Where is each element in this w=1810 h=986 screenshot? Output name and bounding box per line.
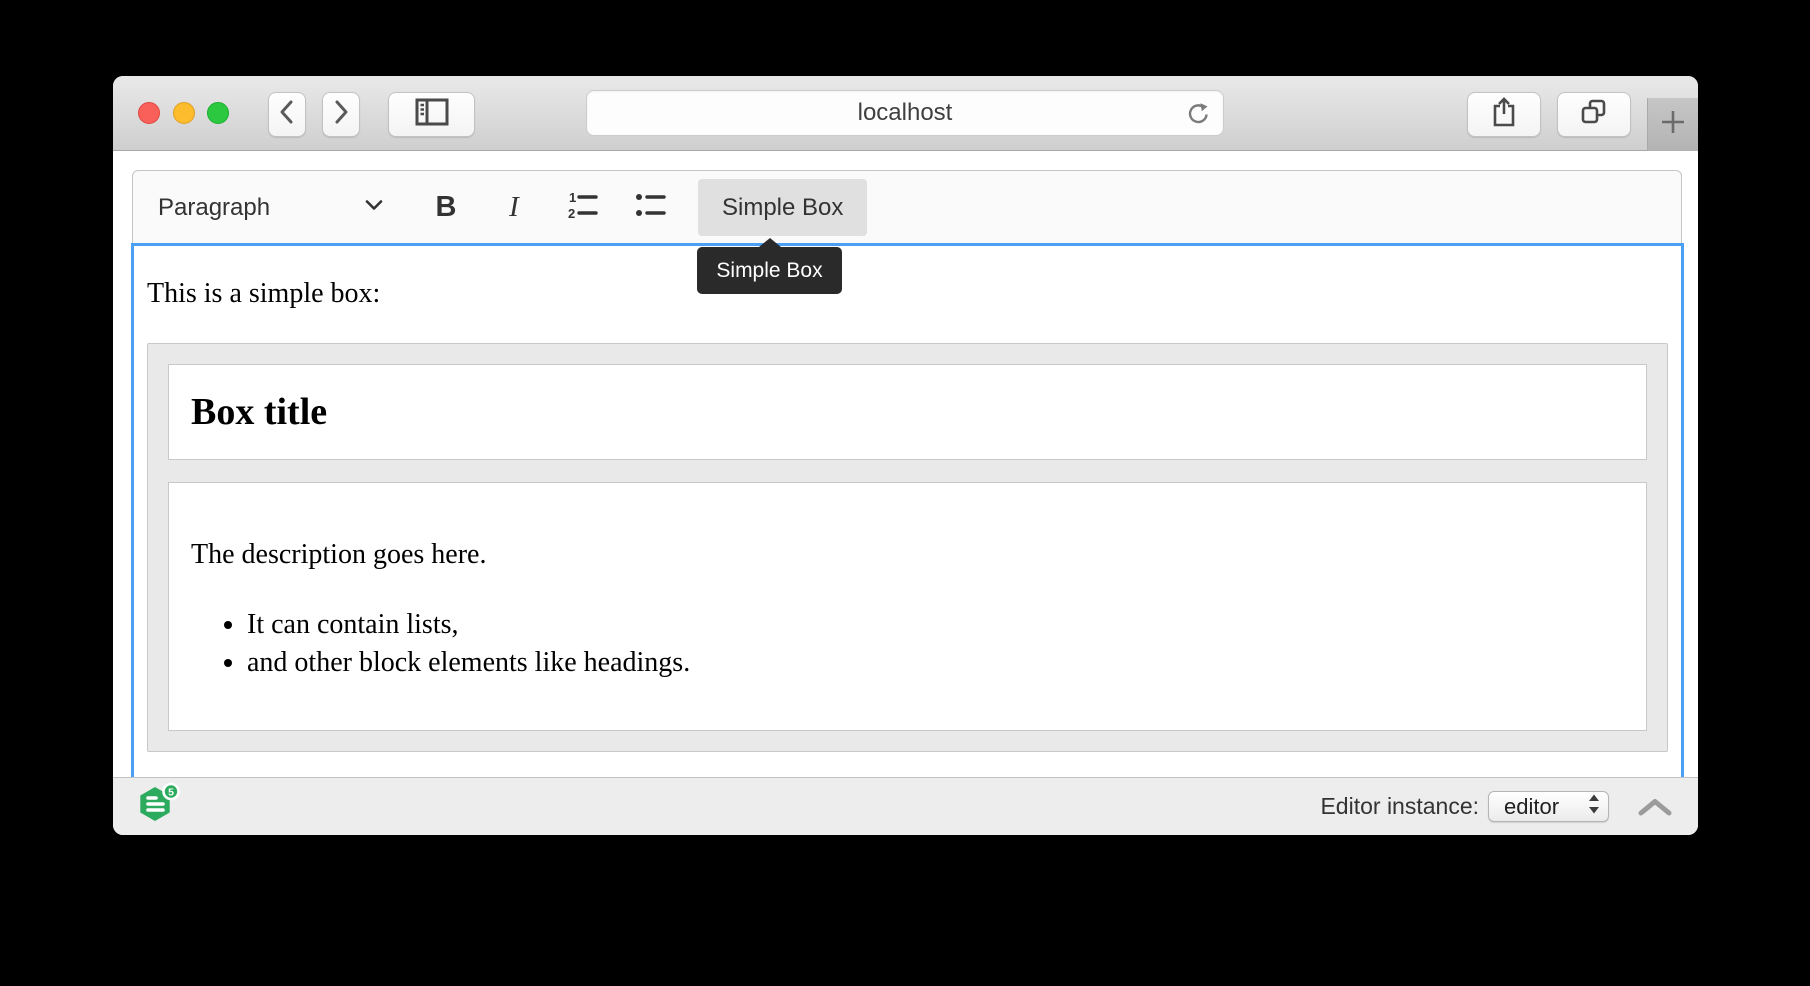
- show-tabs-button[interactable]: [1557, 92, 1631, 137]
- sidebar-icon: [415, 98, 449, 131]
- zoom-window-button[interactable]: [207, 102, 229, 124]
- address-bar-url: localhost: [858, 99, 953, 127]
- simple-box-title-area[interactable]: Box title: [168, 364, 1647, 460]
- italic-icon: I: [509, 191, 519, 224]
- svg-text:1: 1: [569, 190, 576, 205]
- share-icon: [1490, 96, 1518, 133]
- bulleted-list-button[interactable]: [630, 180, 670, 236]
- chevron-up-icon: [1637, 797, 1673, 817]
- chevron-right-icon: [331, 97, 351, 132]
- editor-instance-select[interactable]: editor: [1488, 791, 1609, 822]
- list-item: and other block elements like headings.: [247, 644, 1624, 682]
- intro-paragraph: This is a simple box:: [147, 275, 1668, 312]
- share-button[interactable]: [1467, 92, 1541, 137]
- chevron-down-icon: [364, 198, 384, 217]
- italic-button[interactable]: I: [494, 180, 534, 236]
- chevron-left-icon: [277, 97, 297, 132]
- simple-box-button-label: Simple Box: [722, 194, 843, 222]
- minimize-window-button[interactable]: [173, 102, 195, 124]
- simple-box-widget[interactable]: Box title The description goes here. It …: [147, 343, 1668, 752]
- tabs-overview-icon: [1579, 97, 1609, 132]
- list-item: It can contain lists,: [247, 606, 1624, 644]
- svg-text:2: 2: [568, 206, 575, 221]
- plus-icon: [1658, 107, 1688, 142]
- sidebar-toggle-button[interactable]: [388, 92, 475, 137]
- heading-dropdown[interactable]: Paragraph: [140, 180, 398, 236]
- bold-icon: B: [436, 191, 457, 224]
- logo-badge: 5: [168, 787, 174, 799]
- editor-editable-area[interactable]: This is a simple box: Box title The desc…: [131, 243, 1684, 777]
- numbered-list-icon: 1 2: [565, 189, 599, 226]
- editor-toolbar: Paragraph B I 1 2: [132, 170, 1682, 244]
- forward-button[interactable]: [322, 92, 360, 137]
- simple-box-button[interactable]: Simple Box: [698, 179, 867, 236]
- new-tab-button[interactable]: [1647, 98, 1698, 151]
- bulleted-list-icon: [633, 189, 667, 226]
- inspector-collapse-button[interactable]: [1637, 797, 1673, 817]
- editor-instance-value: editor: [1504, 794, 1559, 820]
- reload-icon[interactable]: [1185, 100, 1212, 127]
- box-description-list: It can contain lists, and other block el…: [191, 606, 1624, 682]
- select-stepper-icon: [1587, 792, 1601, 821]
- back-button[interactable]: [268, 92, 306, 137]
- simple-box-tooltip: Simple Box: [697, 247, 842, 294]
- ckeditor-logo-icon: 5: [138, 782, 180, 831]
- browser-window: localhost: [113, 76, 1698, 835]
- tooltip-arrow: [759, 238, 781, 247]
- address-bar[interactable]: localhost: [586, 90, 1224, 136]
- heading-dropdown-label: Paragraph: [158, 194, 270, 222]
- tooltip-text: Simple Box: [716, 259, 822, 283]
- bold-button[interactable]: B: [426, 180, 466, 236]
- browser-chrome: localhost: [113, 76, 1698, 151]
- numbered-list-button[interactable]: 1 2: [562, 180, 602, 236]
- simple-box-description-area[interactable]: The description goes here. It can contai…: [168, 482, 1647, 731]
- box-title-heading: Box title: [191, 382, 1624, 442]
- page-content: Paragraph B I 1 2: [113, 151, 1698, 777]
- box-description-text: The description goes here.: [191, 536, 1624, 573]
- close-window-button[interactable]: [138, 102, 160, 124]
- inspector-statusbar: 5 Editor instance: editor: [113, 777, 1698, 835]
- editor-instance-label: Editor instance:: [1320, 793, 1479, 820]
